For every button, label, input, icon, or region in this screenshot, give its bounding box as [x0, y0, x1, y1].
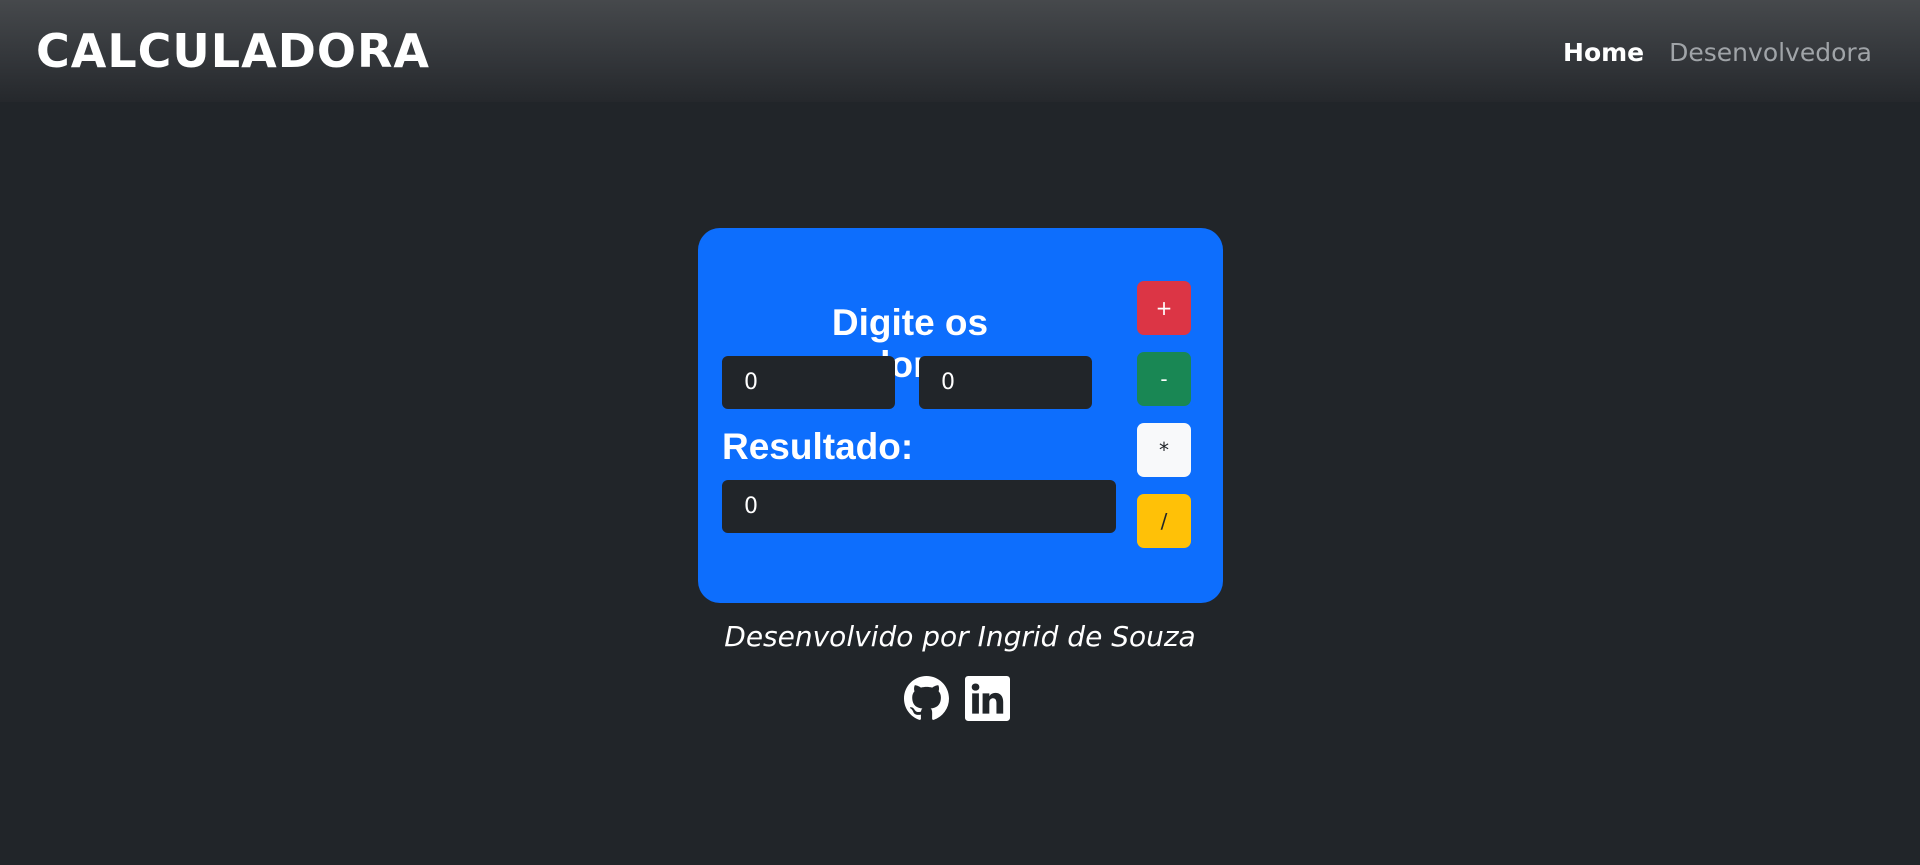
nav-link-home[interactable]: Home: [1563, 38, 1644, 67]
value1-input[interactable]: [722, 356, 895, 409]
result-field[interactable]: [722, 480, 1116, 533]
social-links: [904, 676, 1010, 721]
add-button[interactable]: +: [1137, 281, 1191, 335]
nav-links: Home Desenvolvedora: [1563, 38, 1872, 67]
result-label: Resultado:: [722, 426, 914, 467]
brand-title[interactable]: CALCULADORA: [36, 24, 430, 78]
footer-credit: Desenvolvido por Ingrid de Souza: [724, 620, 1196, 653]
github-icon[interactable]: [904, 676, 949, 721]
value2-input[interactable]: [919, 356, 1092, 409]
navbar: CALCULADORA Home Desenvolvedora: [0, 0, 1920, 102]
multiply-button[interactable]: *: [1137, 423, 1191, 477]
subtract-button[interactable]: -: [1137, 352, 1191, 406]
linkedin-icon[interactable]: [965, 676, 1010, 721]
nav-link-desenvolvedora[interactable]: Desenvolvedora: [1669, 38, 1872, 67]
divide-button[interactable]: /: [1137, 494, 1191, 548]
calculator-card: Digite os valores: Resultado: + - * /: [698, 228, 1223, 603]
